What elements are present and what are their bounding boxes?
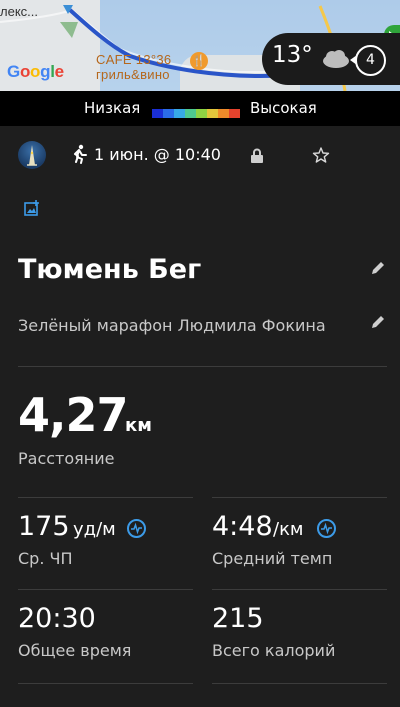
divider	[18, 366, 387, 367]
google-logo: Google	[7, 62, 64, 81]
calories-label: Всего калорий	[212, 641, 336, 660]
avatar-image	[27, 145, 37, 166]
total-time-label: Общее время	[18, 641, 132, 660]
legend-color-segment	[174, 109, 185, 118]
cloud-icon	[323, 50, 349, 68]
legend-color-segment	[185, 109, 196, 118]
legend-color-segment	[152, 109, 163, 118]
distance-unit: км	[125, 415, 152, 436]
legend-color-segment	[163, 109, 174, 118]
route-map[interactable]: лекс... CAFE 13°36 гриль&вино 🍴 Google 1…	[0, 0, 400, 91]
distance-label: Расстояние	[18, 449, 115, 468]
calories-value: 215	[212, 603, 264, 634]
star-icon[interactable]	[312, 146, 330, 164]
avatar[interactable]	[18, 141, 46, 169]
activity-date: 1 июн. @ 10:40	[94, 145, 221, 164]
poi-name: CAFE 13°36	[96, 52, 172, 67]
legend-low-label: Низкая	[84, 99, 141, 117]
avg-pace-value: 4:48	[212, 511, 273, 542]
lock-icon[interactable]	[250, 148, 264, 164]
weather-badge[interactable]: 13° 4	[262, 33, 400, 85]
avg-cadence-label: Ср. ЧП	[18, 549, 73, 568]
pulse-chart-icon[interactable]	[127, 519, 146, 538]
add-photo-icon[interactable]	[24, 200, 40, 216]
avg-pace-unit: /км	[273, 519, 304, 540]
edit-title-icon[interactable]	[370, 260, 386, 276]
legend-high-label: Высокая	[250, 99, 317, 117]
divider	[18, 589, 193, 590]
heat-legend: Низкая Высокая	[0, 91, 400, 126]
avg-pace-label: Средний темп	[212, 549, 333, 568]
avg-cadence-value: 175	[18, 511, 70, 542]
divider	[212, 589, 387, 590]
legend-color-segment	[207, 109, 218, 118]
restaurant-icon[interactable]: 🍴	[190, 52, 208, 70]
avg-cadence-unit: уд/м	[73, 519, 116, 540]
map-place-label: лекс...	[0, 4, 38, 19]
legend-color-segment	[218, 109, 229, 118]
legend-color-segment	[229, 109, 240, 118]
distance-value: 4,27	[18, 388, 128, 442]
edit-description-icon[interactable]	[370, 314, 386, 330]
total-time-value: 20:30	[18, 603, 96, 634]
legend-gradient-bar	[152, 103, 242, 118]
divider	[18, 683, 193, 684]
legend-color-segment	[196, 109, 207, 118]
pulse-chart-icon[interactable]	[317, 519, 336, 538]
wind-speed: 4	[355, 45, 386, 76]
activity-description[interactable]: Зелёный марафон Людмила Фокина	[18, 316, 326, 335]
activity-details: 1 июн. @ 10:40 Тюмень Бег Зелёный марафо…	[0, 126, 400, 707]
running-icon	[74, 144, 87, 164]
divider	[212, 683, 387, 684]
weather-temperature: 13°	[272, 42, 313, 68]
poi-category: гриль&вино	[96, 67, 170, 82]
activity-title[interactable]: Тюмень Бег	[18, 254, 201, 285]
divider	[212, 497, 387, 498]
divider	[18, 497, 193, 498]
map-poi-label[interactable]: CAFE 13°36 гриль&вино	[96, 52, 171, 82]
